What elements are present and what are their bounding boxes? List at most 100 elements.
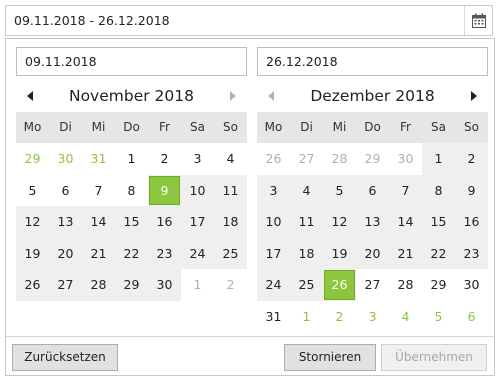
day-cell[interactable]: 19	[323, 237, 356, 269]
day-cell[interactable]: 2	[148, 143, 181, 175]
day-cell[interactable]: 7	[82, 175, 115, 207]
day-cell[interactable]: 18	[214, 206, 247, 238]
day-cell[interactable]: 23	[455, 237, 488, 269]
day-number: 1	[434, 151, 443, 166]
day-cell[interactable]: 3	[257, 174, 290, 206]
day-cell[interactable]: 27	[356, 269, 389, 301]
adjacent-month-day-cell[interactable]: 3	[356, 301, 389, 333]
day-cell[interactable]: 16	[148, 206, 181, 238]
weekday-label: Di	[300, 120, 313, 134]
day-cell[interactable]: 1	[115, 143, 148, 175]
day-cell[interactable]: 15	[115, 206, 148, 238]
day-cell[interactable]: 11	[214, 174, 247, 206]
day-cell[interactable]: 5	[16, 175, 49, 207]
day-cell[interactable]: 15	[422, 206, 455, 238]
day-cell[interactable]: 25	[290, 269, 323, 301]
day-cell[interactable]: 25	[214, 237, 247, 269]
day-cell[interactable]: 1	[422, 143, 455, 175]
day-cell[interactable]: 6	[356, 174, 389, 206]
day-number: 18	[222, 214, 239, 229]
adjacent-month-day-cell[interactable]: 29	[356, 143, 389, 175]
adjacent-month-day-cell[interactable]: 5	[422, 301, 455, 333]
day-number: 12	[331, 214, 348, 229]
day-cell[interactable]: 29	[422, 269, 455, 301]
day-cell[interactable]: 24	[257, 269, 290, 301]
day-number: 18	[298, 245, 315, 261]
day-cell[interactable]: 27	[49, 269, 82, 301]
adjacent-month-day-cell[interactable]: 30	[49, 143, 82, 175]
day-cell[interactable]: 9	[455, 174, 488, 206]
selected-day-cell[interactable]: 9	[148, 174, 181, 206]
adjacent-month-day-cell[interactable]: 2	[214, 269, 247, 301]
day-cell[interactable]: 8	[115, 175, 148, 207]
day-cell[interactable]: 12	[16, 206, 49, 238]
day-number: 4	[401, 308, 410, 324]
day-cell[interactable]: 10	[181, 174, 214, 206]
day-number: 8	[434, 182, 443, 198]
selected-day-cell[interactable]: 26	[323, 269, 356, 301]
day-cell[interactable]: 4	[290, 174, 323, 206]
day-cell[interactable]: 14	[389, 206, 422, 238]
day-cell[interactable]: 22	[115, 237, 148, 269]
adjacent-month-day-cell[interactable]: 31	[82, 143, 115, 175]
adjacent-month-day-cell[interactable]: 28	[323, 143, 356, 175]
adjacent-month-day-cell[interactable]: 1	[290, 301, 323, 333]
day-cell[interactable]: 18	[290, 237, 323, 269]
day-cell[interactable]: 11	[290, 206, 323, 238]
day-cell[interactable]: 28	[389, 269, 422, 301]
day-cell[interactable]: 6	[49, 175, 82, 207]
day-cell[interactable]: 14	[82, 206, 115, 238]
day-number: 22	[123, 245, 140, 261]
day-number: 2	[226, 277, 235, 292]
day-cell[interactable]: 29	[115, 269, 148, 301]
day-cell[interactable]: 17	[181, 206, 214, 238]
day-cell[interactable]: 16	[455, 206, 488, 238]
day-cell[interactable]: 5	[323, 174, 356, 206]
day-cell[interactable]: 30	[148, 269, 181, 301]
day-cell[interactable]: 19	[16, 237, 49, 269]
date-range-popup: 09.11.2018 26.12.2018 November 2018 Mo Di…	[5, 38, 495, 376]
day-cell[interactable]: 7	[389, 174, 422, 206]
date-range-field[interactable]: 09.11.2018 - 26.12.2018	[5, 5, 493, 36]
day-cell[interactable]: 21	[389, 237, 422, 269]
adjacent-month-day-cell[interactable]: 4	[389, 301, 422, 333]
day-cell[interactable]: 3	[181, 143, 214, 175]
next-month-button[interactable]	[460, 80, 488, 112]
day-cell[interactable]: 20	[49, 237, 82, 269]
day-cell[interactable]: 30	[455, 269, 488, 301]
day-cell[interactable]: 28	[82, 269, 115, 301]
adjacent-month-day-cell[interactable]: 27	[290, 143, 323, 175]
day-cell[interactable]: 23	[148, 237, 181, 269]
day-cell[interactable]: 17	[257, 237, 290, 269]
day-cell[interactable]: 20	[356, 237, 389, 269]
day-number: 30	[57, 151, 74, 166]
day-number: 7	[94, 182, 103, 198]
day-cell[interactable]: 10	[257, 206, 290, 238]
calendar-icon[interactable]	[464, 6, 492, 35]
adjacent-month-day-cell[interactable]: 29	[16, 143, 49, 175]
adjacent-month-day-cell[interactable]: 26	[257, 143, 290, 175]
day-cell[interactable]: 26	[16, 269, 49, 301]
day-cell[interactable]: 21	[82, 237, 115, 269]
adjacent-month-day-cell[interactable]: 30	[389, 143, 422, 175]
day-cell[interactable]: 8	[422, 174, 455, 206]
day-cell[interactable]: 13	[356, 206, 389, 238]
day-cell[interactable]: 12	[323, 206, 356, 238]
day-cell[interactable]: 2	[455, 143, 488, 175]
day-cell[interactable]: 24	[181, 237, 214, 269]
adjacent-month-day-cell[interactable]: 6	[455, 301, 488, 333]
chevron-right-icon	[230, 91, 236, 101]
start-date-input[interactable]: 09.11.2018	[16, 47, 247, 76]
day-number: 27	[298, 151, 315, 166]
day-cell[interactable]: 4	[214, 143, 247, 175]
adjacent-month-day-cell[interactable]: 1	[181, 269, 214, 301]
day-cell[interactable]: 31	[257, 301, 290, 333]
weekday-label: Mo	[23, 120, 42, 134]
adjacent-month-day-cell[interactable]: 2	[323, 301, 356, 333]
day-number: 25	[298, 277, 315, 292]
end-date-input[interactable]: 26.12.2018	[257, 47, 488, 76]
cancel-button[interactable]: Stornieren	[284, 344, 376, 371]
day-cell[interactable]: 13	[49, 206, 82, 238]
day-cell[interactable]: 22	[422, 237, 455, 269]
reset-button[interactable]: Zurücksetzen	[12, 344, 118, 371]
